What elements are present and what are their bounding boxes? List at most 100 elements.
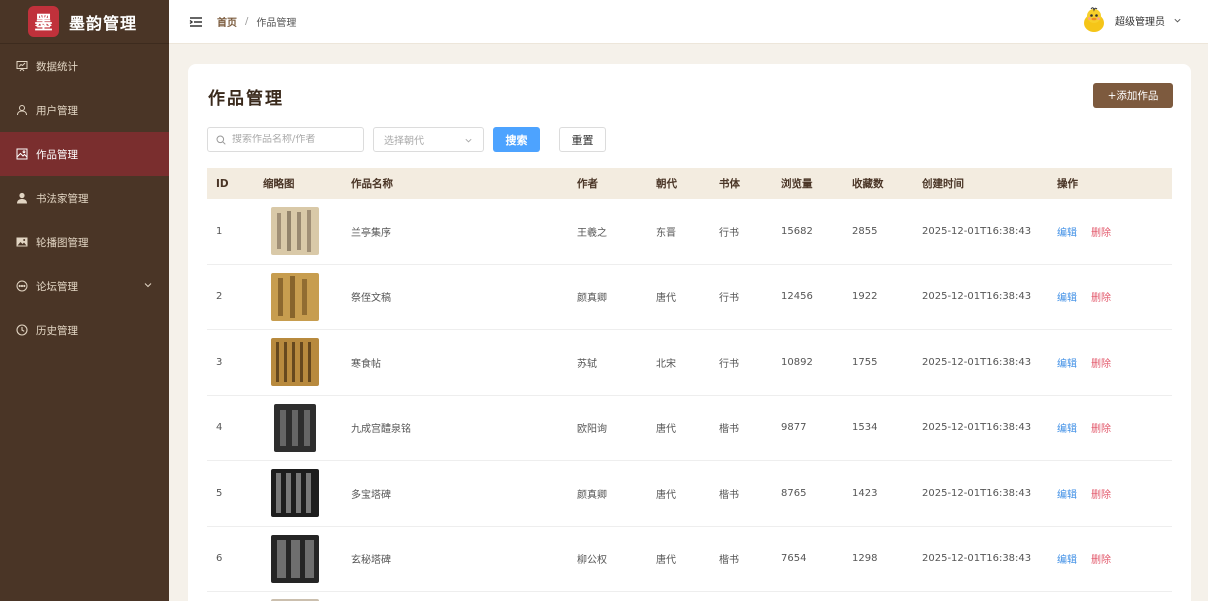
work-thumbnail[interactable]: [271, 272, 319, 321]
cell-author: 王羲之: [577, 227, 607, 239]
sidebar-item-label: 作品管理: [36, 148, 78, 161]
edit-button[interactable]: 编辑: [1057, 289, 1077, 304]
cell-id: 4: [216, 422, 223, 434]
reset-button[interactable]: 重置: [559, 127, 606, 152]
cell-favorites: 1298: [852, 553, 878, 565]
edit-button[interactable]: 编辑: [1057, 224, 1077, 239]
breadcrumb-current: 作品管理: [256, 18, 297, 29]
cell-id: 1: [216, 225, 223, 237]
cell-dynasty: 唐代: [656, 293, 676, 305]
column-header-ops: 操作: [1057, 178, 1078, 190]
add-work-button[interactable]: +添加作品: [1093, 83, 1173, 108]
cell-author: 颜真卿: [577, 489, 607, 501]
works-card: 作品管理 +添加作品 选择朝代 搜索 重置 ID 缩略图 作品名称 作者 朝代 …: [188, 64, 1191, 601]
cell-dynasty: 唐代: [656, 555, 676, 567]
sidebar-item-label: 轮播图管理: [36, 236, 89, 249]
delete-button[interactable]: 删除: [1091, 420, 1111, 435]
cell-name: 寒食帖: [351, 358, 381, 370]
cell-dynasty: 唐代: [656, 489, 676, 501]
sidebar-item-calligraphers[interactable]: 书法家管理: [0, 176, 169, 220]
column-header-dynasty: 朝代: [656, 178, 677, 190]
chart-board-icon: [16, 60, 28, 72]
sidebar-item-users[interactable]: 用户管理: [0, 88, 169, 132]
cell-favorites: 1922: [852, 291, 878, 303]
edit-button[interactable]: 编辑: [1057, 420, 1077, 435]
page-title: 作品管理: [208, 89, 284, 109]
table-row: 4 九成宫醴泉铭 欧阳询 唐代 楷书 9877 1534 2025-12-01T…: [207, 396, 1172, 461]
cell-ops: 编辑 删除: [1057, 486, 1167, 501]
cell-created: 2025-12-01T16:38:43: [922, 553, 1032, 565]
cell-author: 颜真卿: [577, 293, 607, 305]
delete-button[interactable]: 删除: [1091, 224, 1111, 239]
cell-name: 兰亭集序: [351, 227, 391, 239]
sidebar-item-works[interactable]: 作品管理: [0, 132, 169, 176]
work-thumbnail[interactable]: [271, 534, 319, 583]
table-row: 3 寒食帖 苏轼 北宋 行书 10892 1755 2025-12-01T16:…: [207, 330, 1172, 396]
sidebar-item-label: 历史管理: [36, 324, 78, 337]
work-thumbnail[interactable]: [271, 207, 319, 256]
cell-favorites: 1534: [852, 422, 878, 434]
work-thumbnail[interactable]: [274, 403, 316, 452]
edit-button[interactable]: 编辑: [1057, 551, 1077, 566]
cell-name: 祭侄文稿: [351, 293, 391, 305]
cell-dynasty: 东晋: [656, 227, 676, 239]
cell-created: 2025-12-01T16:38:43: [922, 487, 1032, 499]
delete-button[interactable]: 删除: [1091, 289, 1111, 304]
work-thumbnail[interactable]: [271, 469, 319, 518]
search-button[interactable]: 搜索: [493, 127, 540, 152]
cell-style: 行书: [719, 358, 739, 370]
clock-icon: [16, 324, 28, 336]
menu-toggle-icon[interactable]: [189, 16, 203, 28]
cell-name: 多宝塔碑: [351, 489, 391, 501]
cell-dynasty: 唐代: [656, 424, 676, 436]
cell-style: 楷书: [719, 424, 739, 436]
sidebar-item-label: 数据统计: [36, 60, 78, 73]
search-input[interactable]: [232, 134, 357, 145]
avatar: [1084, 7, 1104, 32]
user-icon: [16, 104, 28, 116]
dynasty-select[interactable]: 选择朝代: [373, 127, 484, 152]
app-title: 墨韵管理: [69, 13, 138, 33]
cell-views: 7654: [781, 553, 807, 565]
cell-id: 6: [216, 553, 223, 565]
delete-button[interactable]: 删除: [1091, 355, 1111, 370]
delete-button[interactable]: 删除: [1091, 486, 1111, 501]
cell-style: 楷书: [719, 555, 739, 567]
cell-author: 欧阳询: [577, 424, 607, 436]
cell-name: 九成宫醴泉铭: [351, 424, 411, 436]
table-row: 2 祭侄文稿 颜真卿 唐代 行书 12456 1922 2025-12-01T1…: [207, 265, 1172, 330]
delete-button[interactable]: 删除: [1091, 551, 1111, 566]
cell-id: 3: [216, 356, 223, 368]
cell-ops: 编辑 删除: [1057, 420, 1167, 435]
breadcrumb-home-link[interactable]: 首页: [217, 14, 237, 29]
column-header-author: 作者: [577, 178, 598, 190]
cell-favorites: 1755: [852, 356, 878, 368]
edit-button[interactable]: 编辑: [1057, 486, 1077, 501]
cell-created: 2025-12-01T16:38:43: [922, 291, 1032, 303]
sidebar-item-forum[interactable]: 论坛管理: [0, 264, 169, 308]
user-menu[interactable]: 超级管理员: [1081, 7, 1182, 33]
sidebar: 墨 墨韵管理 数据统计 用户管理 作品管理 书法家管理 轮播图管理 论坛管理 历…: [0, 0, 169, 601]
table-row: 1 兰亭集序 王羲之 东晋 行书 15682 2855 2025-12-01T1…: [207, 199, 1172, 265]
cell-author: 柳公权: [577, 555, 607, 567]
cell-ops: 编辑 删除: [1057, 224, 1167, 239]
work-thumbnail[interactable]: [271, 338, 319, 387]
person-filled-icon: [16, 192, 28, 204]
column-header-views: 浏览量: [781, 178, 813, 190]
sidebar-item-statistics[interactable]: 数据统计: [0, 44, 169, 88]
dynasty-select-placeholder: 选择朝代: [384, 136, 424, 147]
cell-favorites: 2855: [852, 225, 878, 237]
chat-icon: [16, 280, 28, 292]
search-box: [207, 127, 364, 152]
cell-created: 2025-12-01T16:38:43: [922, 422, 1032, 434]
cell-id: 5: [216, 487, 223, 499]
sidebar-menu: 数据统计 用户管理 作品管理 书法家管理 轮播图管理 论坛管理 历史管理: [0, 44, 169, 352]
picture-filled-icon: [16, 236, 28, 248]
sidebar-item-label: 书法家管理: [36, 192, 89, 205]
cell-views: 9877: [781, 422, 807, 434]
column-header-thumb: 缩略图: [263, 178, 295, 190]
sidebar-item-carousel[interactable]: 轮播图管理: [0, 220, 169, 264]
edit-button[interactable]: 编辑: [1057, 355, 1077, 370]
cell-created: 2025-12-01T16:38:43: [922, 356, 1032, 368]
sidebar-item-history[interactable]: 历史管理: [0, 308, 169, 352]
